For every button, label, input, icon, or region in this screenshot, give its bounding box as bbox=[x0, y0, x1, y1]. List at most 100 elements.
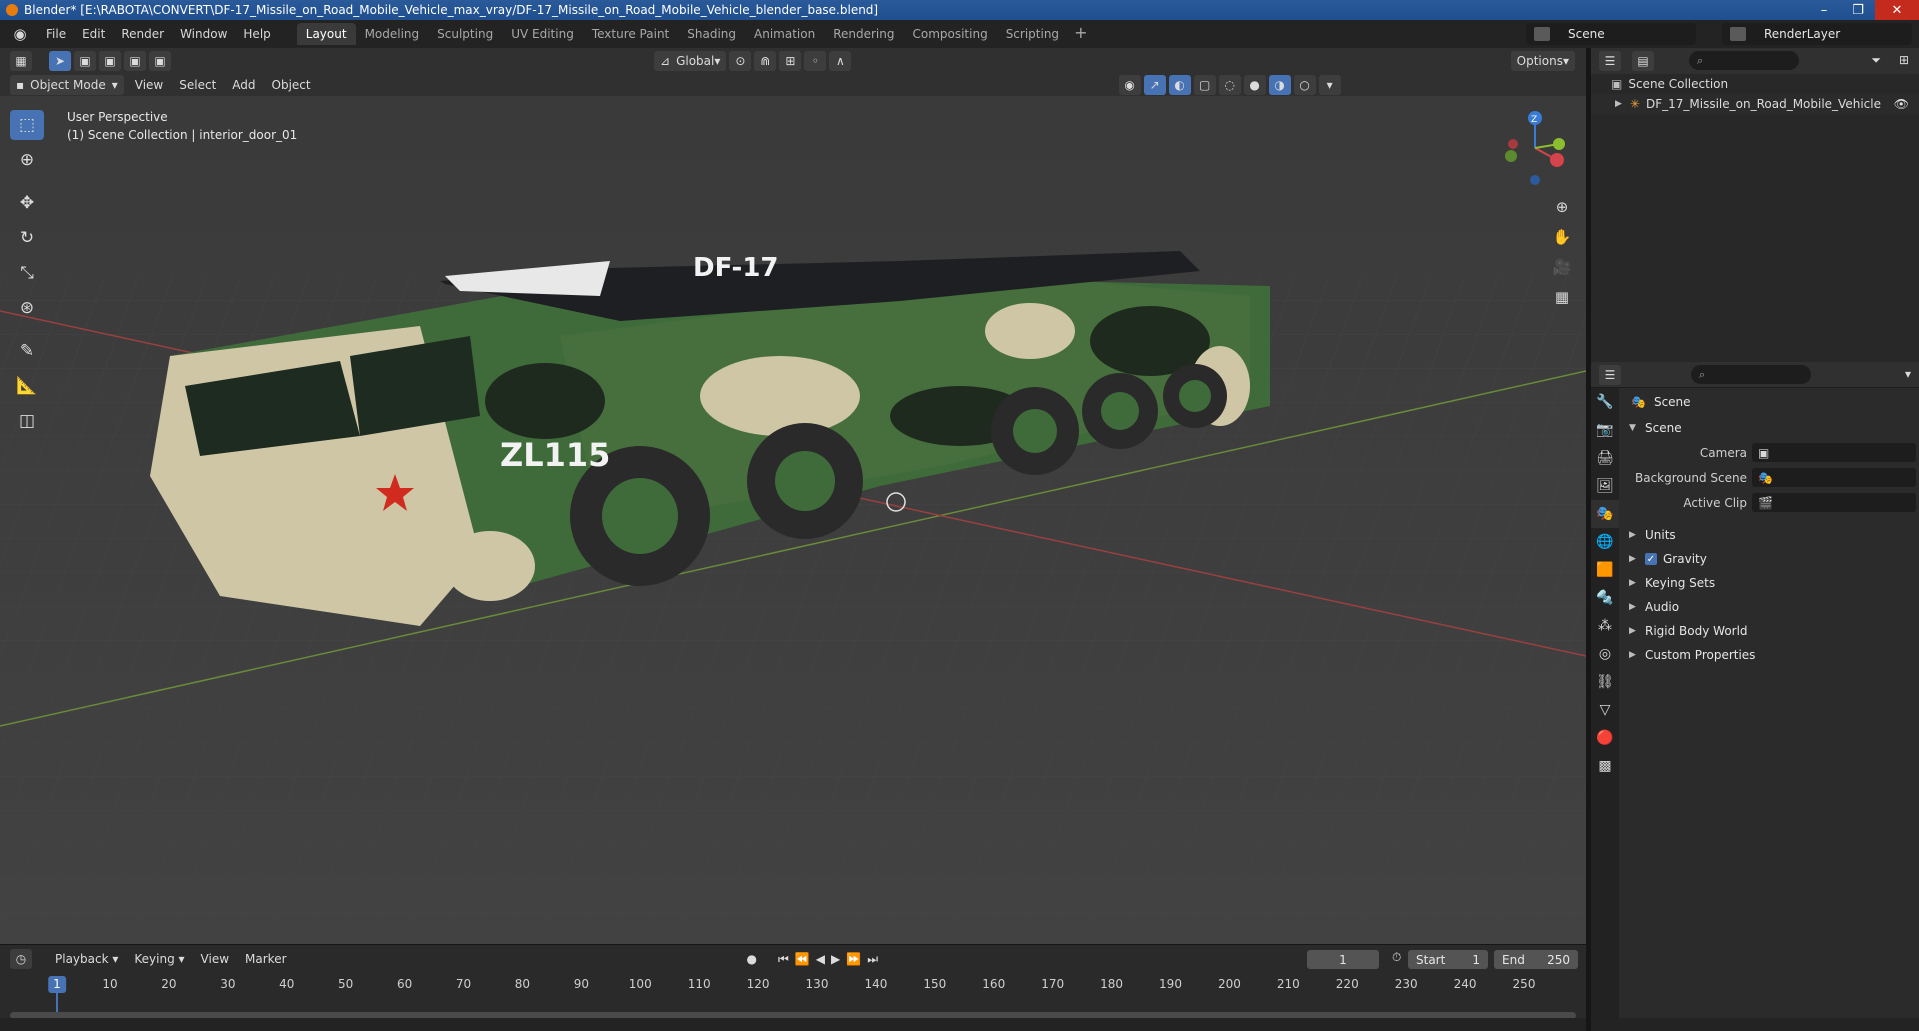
select-mode-subtract-icon[interactable]: ▣ bbox=[124, 51, 146, 71]
snap-target-icon[interactable]: ⊞ bbox=[779, 51, 802, 71]
data-tab-icon[interactable]: ▽ bbox=[1591, 696, 1619, 724]
pivot-point-icon[interactable]: ⊙ bbox=[729, 51, 752, 71]
tool-tab-icon[interactable]: 🔧 bbox=[1591, 388, 1619, 416]
select-mode-new-icon[interactable]: ▣ bbox=[74, 51, 96, 71]
menu-window[interactable]: Window bbox=[172, 24, 235, 44]
editor-type-icon[interactable]: ▦ bbox=[10, 51, 32, 71]
object-tab-icon[interactable]: 🟧 bbox=[1591, 556, 1619, 584]
expand-arrow-icon[interactable]: ▶ bbox=[1615, 99, 1622, 109]
world-tab-icon[interactable]: 🌐 bbox=[1591, 528, 1619, 556]
add-cube-tool-icon[interactable]: ◫ bbox=[10, 406, 44, 436]
tab-layout[interactable]: Layout bbox=[296, 23, 356, 45]
transform-tool-icon[interactable]: ⊛ bbox=[10, 293, 44, 323]
transform-orientation-dropdown[interactable]: ⊿ Global ▾ bbox=[654, 51, 727, 71]
display-mode-icon[interactable]: ▤ bbox=[1632, 51, 1654, 71]
timeline-ruler[interactable]: 1 10 20 30 40 50 60 70 80 90 100 110 120 130 140 150 160… bbox=[0, 973, 1586, 1019]
camera-view-icon[interactable]: 🎥 bbox=[1549, 254, 1575, 280]
3d-viewport[interactable]: DF-17 ZL115 User Perspective (1) Scene C… bbox=[0, 96, 1586, 944]
jump-start-icon[interactable]: ⏮ bbox=[775, 952, 792, 967]
tab-modeling[interactable]: Modeling bbox=[356, 23, 429, 45]
measure-tool-icon[interactable]: 📐 bbox=[10, 371, 44, 401]
material-shading-icon[interactable]: ◑ bbox=[1268, 75, 1291, 95]
select-mode-extend-icon[interactable]: ▣ bbox=[99, 51, 121, 71]
viewport-scene[interactable]: DF-17 ZL115 bbox=[0, 96, 1586, 944]
menu-help[interactable]: Help bbox=[235, 24, 278, 44]
panel-rigid-body-world[interactable]: ▶ Rigid Body World bbox=[1619, 619, 1919, 643]
play-reverse-icon[interactable]: ◀ bbox=[813, 952, 828, 966]
scene-tab-icon[interactable]: 🎭 bbox=[1591, 500, 1619, 528]
solid-shading-icon[interactable]: ● bbox=[1243, 75, 1266, 95]
panel-gravity[interactable]: ▶ ✓ Gravity bbox=[1619, 547, 1919, 571]
zoom-icon[interactable]: ⊕ bbox=[1549, 194, 1575, 220]
physics-tab-icon[interactable]: ◎ bbox=[1591, 640, 1619, 668]
pan-hand-icon[interactable]: ✋ bbox=[1549, 224, 1575, 250]
tab-shading[interactable]: Shading bbox=[678, 23, 745, 45]
tab-texture-paint[interactable]: Texture Paint bbox=[583, 23, 678, 45]
constraints-tab-icon[interactable]: ⛓ bbox=[1591, 668, 1619, 696]
xray-toggle-icon[interactable]: ▢ bbox=[1193, 75, 1216, 95]
tab-uv-editing[interactable]: UV Editing bbox=[502, 23, 583, 45]
scale-tool-icon[interactable]: ⤡ bbox=[10, 258, 44, 288]
tab-animation[interactable]: Animation bbox=[745, 23, 824, 45]
active-clip-field[interactable]: 🎬 bbox=[1752, 493, 1916, 512]
filter-icon[interactable]: ⏷ bbox=[1863, 53, 1889, 68]
select-box-tool-icon[interactable]: ⬚ bbox=[10, 110, 44, 140]
tab-compositing[interactable]: Compositing bbox=[903, 23, 996, 45]
eye-visibility-icon[interactable]: 👁 bbox=[1894, 97, 1909, 111]
rotate-tool-icon[interactable]: ↻ bbox=[10, 223, 44, 253]
outliner-editor-type-icon[interactable]: ☰ bbox=[1599, 51, 1621, 71]
camera-field[interactable]: ▣ bbox=[1752, 443, 1916, 462]
panel-audio[interactable]: ▶ Audio bbox=[1619, 595, 1919, 619]
panel-keying-sets[interactable]: ▶ Keying Sets bbox=[1619, 571, 1919, 595]
outliner-row-vehicle[interactable]: ▶ ✳ DF_17_Missile_on_Road_Mobile_Vehicle… bbox=[1591, 94, 1919, 114]
menu-marker[interactable]: Marker bbox=[237, 952, 294, 966]
timeline-editor-type-icon[interactable]: ◷ bbox=[10, 949, 32, 969]
material-tab-icon[interactable]: 🔴 bbox=[1591, 724, 1619, 752]
view-layer-selector[interactable]: RenderLayer bbox=[1722, 23, 1912, 45]
blender-logo-icon[interactable]: ◉ bbox=[8, 24, 32, 44]
minimize-button[interactable]: – bbox=[1807, 0, 1841, 20]
wireframe-shading-icon[interactable]: ◌ bbox=[1218, 75, 1241, 95]
texture-tab-icon[interactable]: ▩ bbox=[1591, 752, 1619, 780]
visibility-icon[interactable]: ◉ bbox=[1118, 75, 1141, 95]
gizmo-toggle-icon[interactable]: ↗ bbox=[1143, 75, 1166, 95]
menu-add[interactable]: Add bbox=[224, 78, 263, 92]
maximize-button[interactable]: ❐ bbox=[1841, 0, 1875, 20]
cursor-tool-icon[interactable]: ⊕ bbox=[10, 145, 44, 175]
new-collection-icon[interactable]: ⊞ bbox=[1891, 53, 1917, 67]
panel-scene[interactable]: ▼ Scene bbox=[1619, 416, 1919, 440]
panel-units[interactable]: ▶ Units bbox=[1619, 523, 1919, 547]
properties-search-input[interactable]: ⌕ bbox=[1691, 365, 1811, 384]
proportional-editing-icon[interactable]: ◦ bbox=[804, 51, 827, 71]
menu-view[interactable]: View bbox=[127, 78, 171, 92]
stopwatch-icon[interactable]: ⏱ bbox=[1384, 950, 1409, 965]
timeline-current-frame-marker[interactable]: 1 bbox=[48, 976, 66, 993]
menu-object[interactable]: Object bbox=[264, 78, 319, 92]
options-dropdown[interactable]: Options ▾ bbox=[1510, 51, 1575, 71]
next-keyframe-icon[interactable]: ⏩ bbox=[843, 952, 864, 966]
render-tab-icon[interactable]: 📷 bbox=[1591, 416, 1619, 444]
outliner-row-scene-collection[interactable]: ▣ Scene Collection bbox=[1591, 74, 1919, 94]
prev-keyframe-icon[interactable]: ⏪ bbox=[792, 952, 813, 966]
menu-select[interactable]: Select bbox=[171, 78, 224, 92]
shading-options-icon[interactable]: ▾ bbox=[1318, 75, 1341, 95]
tab-rendering[interactable]: Rendering bbox=[824, 23, 903, 45]
menu-edit[interactable]: Edit bbox=[74, 24, 113, 44]
annotate-tool-icon[interactable]: ✎ bbox=[10, 336, 44, 366]
background-scene-field[interactable]: 🎭 bbox=[1752, 468, 1916, 487]
properties-editor-type-icon[interactable]: ☰ bbox=[1599, 364, 1621, 385]
scene-selector[interactable]: Scene bbox=[1526, 23, 1696, 45]
menu-timeline-view[interactable]: View bbox=[193, 952, 237, 966]
close-button[interactable]: ✕ bbox=[1875, 0, 1919, 20]
play-icon[interactable]: ▶ bbox=[828, 952, 843, 966]
snap-icon[interactable]: ⋒ bbox=[754, 51, 777, 71]
menu-playback[interactable]: Playback ▾ bbox=[47, 952, 126, 966]
select-tool-icon[interactable]: ➤ bbox=[49, 51, 71, 71]
menu-file[interactable]: File bbox=[38, 24, 74, 44]
particles-tab-icon[interactable]: ⁂ bbox=[1591, 612, 1619, 640]
rendered-shading-icon[interactable]: ○ bbox=[1293, 75, 1316, 95]
overlay-toggle-icon[interactable]: ◐ bbox=[1168, 75, 1191, 95]
properties-options-icon[interactable]: ▾ bbox=[1897, 367, 1919, 381]
tab-sculpting[interactable]: Sculpting bbox=[428, 23, 502, 45]
modifier-tab-icon[interactable]: 🔩 bbox=[1591, 584, 1619, 612]
